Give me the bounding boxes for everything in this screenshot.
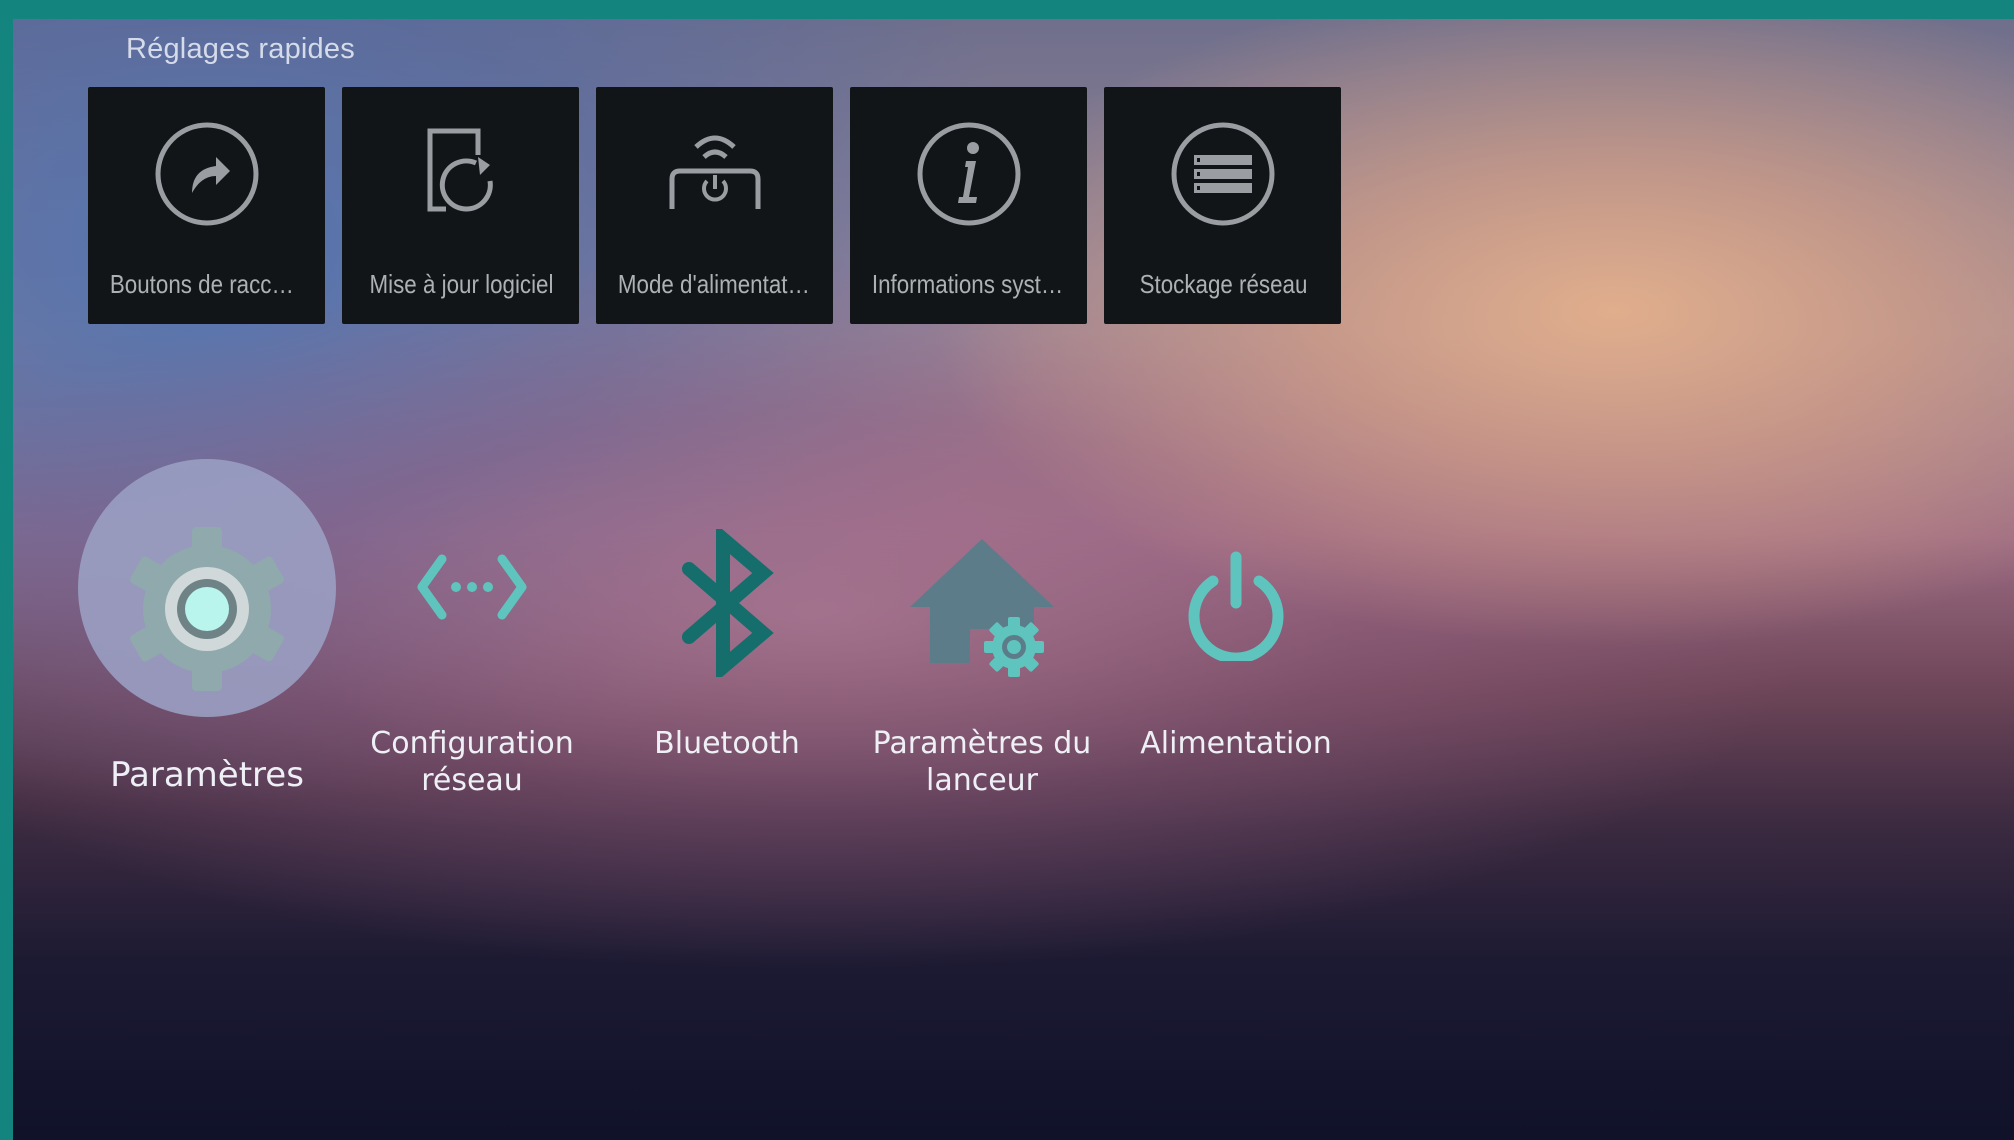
app-power[interactable]: Alimentation [1111,499,1361,799]
app-bluetooth[interactable]: Bluetooth [602,499,852,799]
app-label: Paramètres du lanceur [872,726,1092,798]
launcher-settings-icon [910,539,1054,677]
app-settings[interactable]: Paramètres [82,499,332,799]
app-label: Configuration réseau [370,726,574,798]
settings-gear-icon [129,527,285,691]
app-label: Paramètres [110,755,304,795]
app-label: Bluetooth [654,726,800,761]
apps-row: Paramètres Configuration réseau Bluetoot… [13,19,2014,1140]
app-network-config[interactable]: Configuration réseau [347,499,597,819]
power-icon [1188,551,1284,661]
launcher-screen: Réglages rapides Boutons de raccou… Mise… [13,19,2014,1140]
network-config-icon [417,554,527,620]
bluetooth-icon [682,529,774,677]
app-label: Alimentation [1140,726,1332,761]
app-launcher-settings[interactable]: Paramètres du lanceur [857,499,1107,819]
